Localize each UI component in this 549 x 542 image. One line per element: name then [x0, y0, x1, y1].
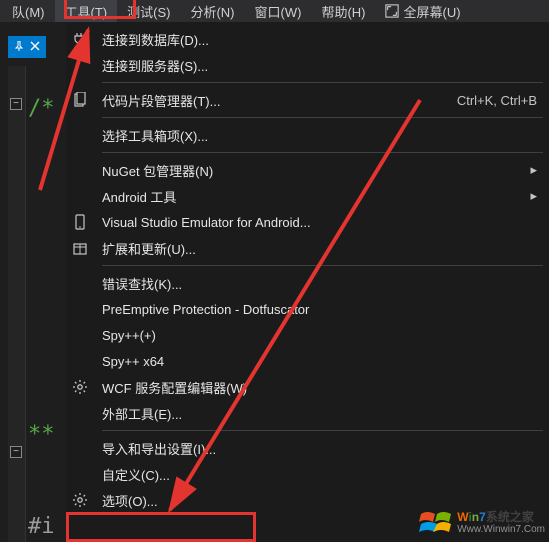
menu-item-spyplusplus-x64[interactable]: Spy++ x64	[66, 348, 549, 374]
menu-separator	[102, 117, 543, 118]
code-text: /*	[28, 96, 55, 121]
menu-label: 导入和导出设置(I)...	[94, 439, 537, 458]
menu-label: Spy++(+)	[94, 328, 537, 343]
menu-item-snippet-manager[interactable]: 代码片段管理器(T)... Ctrl+K, Ctrl+B	[66, 87, 549, 113]
fold-toggle[interactable]: −	[10, 446, 22, 458]
menu-label: 连接到数据库(D)...	[94, 30, 537, 49]
menubar-item-tools[interactable]: 工具(T)	[55, 0, 118, 22]
menu-label: Android 工具	[94, 187, 521, 206]
menu-item-error-lookup[interactable]: 错误查找(K)...	[66, 270, 549, 296]
menubar-item-analyze[interactable]: 分析(N)	[180, 0, 244, 22]
fullscreen-icon	[385, 4, 399, 18]
menu-label: Visual Studio Emulator for Android...	[94, 215, 537, 230]
pin-icon	[14, 40, 24, 54]
menubar-item-help[interactable]: 帮助(H)	[311, 0, 375, 22]
submenu-arrow-icon: ▸	[521, 188, 537, 204]
menubar: 队(M) 工具(T) 测试(S) 分析(N) 窗口(W) 帮助(H) 全屏幕(U…	[0, 0, 549, 22]
tool-window-tab[interactable]	[8, 36, 46, 58]
menu-item-spyplusplus[interactable]: Spy++(+)	[66, 322, 549, 348]
fold-toggle[interactable]: −	[10, 98, 22, 110]
menu-label: 自定义(C)...	[94, 465, 537, 484]
menubar-item-team[interactable]: 队(M)	[2, 0, 55, 22]
menu-label: 选择工具箱项(X)...	[94, 126, 537, 145]
menu-label: 连接到服务器(S)...	[94, 56, 537, 75]
menu-separator	[102, 152, 543, 153]
menu-shortcut: Ctrl+K, Ctrl+B	[437, 93, 537, 108]
menubar-item-test[interactable]: 测试(S)	[117, 0, 180, 22]
menu-label: WCF 服务配置编辑器(W)	[94, 378, 537, 397]
menu-separator	[102, 430, 543, 431]
menu-label: 代码片段管理器(T)...	[94, 91, 437, 110]
menu-item-connect-server[interactable]: 连接到服务器(S)...	[66, 52, 549, 78]
menu-label: 选项(O)...	[94, 491, 537, 510]
submenu-arrow-icon: ▸	[521, 162, 537, 178]
close-icon[interactable]	[30, 40, 40, 54]
menu-item-vs-emulator[interactable]: Visual Studio Emulator for Android...	[66, 209, 549, 235]
menubar-item-window[interactable]: 窗口(W)	[245, 0, 312, 22]
gear-icon	[66, 379, 94, 395]
menu-separator	[102, 265, 543, 266]
menu-label: 外部工具(E)...	[94, 404, 537, 423]
menu-item-external-tools[interactable]: 外部工具(E)...	[66, 400, 549, 426]
menu-label: Spy++ x64	[94, 354, 537, 369]
editor-area: − − /* ** #i	[0, 22, 66, 542]
gear-icon	[66, 492, 94, 508]
menu-item-options[interactable]: 选项(O)...	[66, 487, 549, 513]
menu-item-android-tools[interactable]: Android 工具 ▸	[66, 183, 549, 209]
menu-label: 错误查找(K)...	[94, 274, 537, 293]
menu-label: 扩展和更新(U)...	[94, 239, 537, 258]
menu-separator	[102, 82, 543, 83]
menu-item-customize[interactable]: 自定义(C)...	[66, 461, 549, 487]
menu-item-extensions[interactable]: 扩展和更新(U)...	[66, 235, 549, 261]
menu-item-dotfuscator[interactable]: PreEmptive Protection - Dotfuscator	[66, 296, 549, 322]
tools-menu: 连接到数据库(D)... 连接到服务器(S)... 代码片段管理器(T)... …	[66, 22, 549, 542]
menu-item-toolbox-items[interactable]: 选择工具箱项(X)...	[66, 122, 549, 148]
menu-item-connect-db[interactable]: 连接到数据库(D)...	[66, 26, 549, 52]
menu-label: PreEmptive Protection - Dotfuscator	[94, 302, 537, 317]
plug-icon	[66, 31, 94, 47]
menu-item-wcf-config[interactable]: WCF 服务配置编辑器(W)	[66, 374, 549, 400]
phone-icon	[66, 214, 94, 230]
code-text: **	[28, 422, 55, 447]
code-text: #i	[28, 514, 55, 539]
menubar-item-fullscreen[interactable]: 全屏幕(U)	[375, 0, 470, 22]
document-icon	[66, 92, 94, 108]
menu-item-nuget[interactable]: NuGet 包管理器(N) ▸	[66, 157, 549, 183]
menu-label: NuGet 包管理器(N)	[94, 161, 521, 180]
package-icon	[66, 240, 94, 256]
editor-gutter: − −	[8, 66, 26, 542]
menu-item-import-export-settings[interactable]: 导入和导出设置(I)...	[66, 435, 549, 461]
